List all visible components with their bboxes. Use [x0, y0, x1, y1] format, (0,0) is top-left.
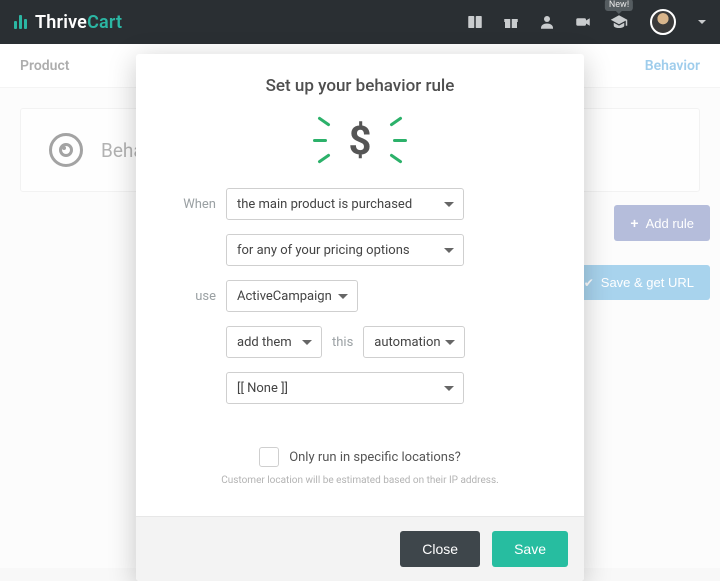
- dollar-icon: $: [349, 117, 372, 164]
- label-use: use: [162, 289, 216, 304]
- close-button[interactable]: Close: [400, 531, 480, 567]
- trigger-select[interactable]: the main product is purchased: [226, 188, 464, 220]
- behavior-rule-modal: Set up your behavior rule $ When the mai…: [136, 54, 584, 581]
- action-select[interactable]: add them: [226, 326, 322, 358]
- gift-icon[interactable]: [502, 13, 520, 31]
- chevron-down-icon[interactable]: [698, 20, 706, 28]
- dollar-illustration: $: [136, 106, 584, 188]
- new-badge: New!: [605, 0, 633, 11]
- pricing-select[interactable]: for any of your pricing options: [226, 234, 464, 266]
- save-button[interactable]: Save: [492, 531, 568, 567]
- modal-footer: Close Save: [136, 516, 584, 581]
- rule-form: When the main product is purchased for a…: [136, 188, 584, 428]
- brand[interactable]: ThriveCart: [14, 12, 122, 33]
- label-this: this: [332, 335, 353, 350]
- topbar-icons: New!: [466, 9, 706, 35]
- brand-logo-icon: [14, 15, 27, 29]
- graduation-icon[interactable]: New!: [610, 13, 628, 31]
- locations-checkbox-label: Only run in specific locations?: [289, 450, 461, 465]
- location-hint: Customer location will be estimated base…: [162, 475, 558, 486]
- service-select[interactable]: ActiveCampaign: [226, 280, 358, 312]
- avatar[interactable]: [650, 9, 676, 35]
- target-type-select[interactable]: automation: [363, 326, 465, 358]
- modal-title: Set up your behavior rule: [136, 54, 584, 106]
- layout-icon[interactable]: [466, 13, 484, 31]
- user-icon[interactable]: [538, 13, 556, 31]
- camera-icon[interactable]: [574, 13, 592, 31]
- target-select[interactable]: [[ None ]]: [226, 372, 464, 404]
- brand-name: ThriveCart: [35, 12, 122, 33]
- locations-checkbox[interactable]: [259, 447, 279, 467]
- label-when: When: [162, 197, 216, 212]
- topbar: ThriveCart New!: [0, 0, 720, 44]
- location-block: Only run in specific locations? Customer…: [136, 428, 584, 498]
